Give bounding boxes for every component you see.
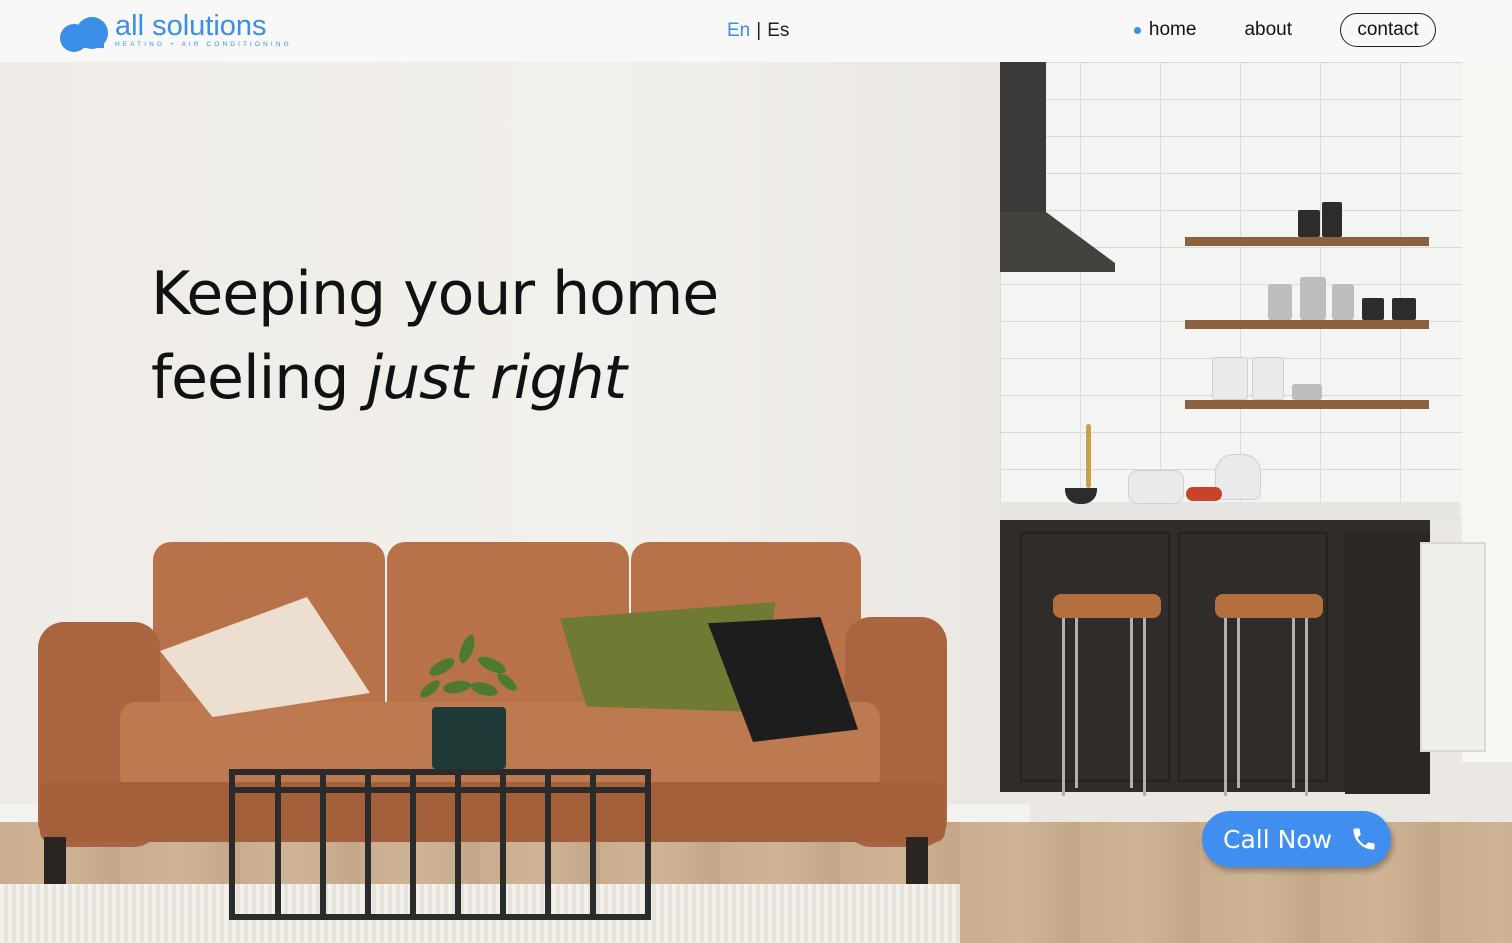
phone-icon bbox=[1353, 828, 1375, 850]
language-switcher: En | Es bbox=[727, 20, 789, 42]
shelf-cup bbox=[1362, 298, 1384, 320]
bar-stool-leg bbox=[1130, 618, 1133, 788]
brand-logo[interactable]: all solutions HEATING + AIR CONDITIONING bbox=[60, 10, 292, 52]
counter-tomatoes bbox=[1186, 487, 1222, 501]
nav-contact-button[interactable]: contact bbox=[1340, 13, 1436, 47]
headline-line-2: feeling just right bbox=[151, 336, 718, 420]
headline-emphasis: just right bbox=[366, 343, 627, 413]
call-now-label: Call Now bbox=[1223, 824, 1333, 854]
shelf-cup bbox=[1392, 298, 1416, 320]
bar-stool-leg bbox=[1062, 618, 1065, 796]
nav-about-link[interactable]: about bbox=[1244, 13, 1292, 47]
bar-stool-seat bbox=[1053, 594, 1161, 618]
kitchen-faucet bbox=[1086, 424, 1091, 488]
site-header: all solutions HEATING + AIR CONDITIONING… bbox=[0, 0, 1512, 62]
bar-stool-leg bbox=[1292, 618, 1295, 788]
headline-line-1: Keeping your home bbox=[151, 259, 719, 329]
nav-home-link[interactable]: home bbox=[1133, 13, 1197, 47]
brand-name: all solutions bbox=[115, 10, 267, 42]
brand-tagline: HEATING + AIR CONDITIONING bbox=[115, 41, 292, 48]
kitchen-shelf bbox=[1185, 400, 1429, 409]
lang-en-link[interactable]: En bbox=[727, 20, 750, 42]
nav-home-label: home bbox=[1148, 19, 1197, 40]
plant-pot bbox=[432, 707, 506, 769]
bar-stool-leg bbox=[1143, 618, 1146, 796]
shelf-kettle bbox=[1300, 277, 1326, 320]
bar-stool-leg bbox=[1237, 618, 1240, 788]
bar-stool-leg bbox=[1075, 618, 1078, 788]
bar-stool-leg bbox=[1224, 618, 1227, 796]
kitchen-shelf bbox=[1185, 237, 1429, 246]
shelf-jar bbox=[1322, 202, 1342, 237]
main-nav: home about contact bbox=[1133, 13, 1436, 47]
kitchen-tile-wall bbox=[1000, 62, 1470, 517]
hero-headline: Keeping your home feeling just right bbox=[151, 252, 719, 420]
shelf-kettle bbox=[1332, 284, 1354, 320]
bar-stool-leg bbox=[1305, 618, 1308, 796]
cloud-icon bbox=[60, 12, 110, 52]
sofa-foot bbox=[906, 837, 928, 885]
shelf-kettle bbox=[1268, 284, 1292, 320]
shelf-bowl-stack bbox=[1212, 357, 1248, 400]
sofa-foot bbox=[44, 837, 66, 885]
island-leg bbox=[1345, 532, 1430, 794]
shelf-jar bbox=[1298, 210, 1320, 237]
plant-icon bbox=[420, 634, 517, 698]
lang-separator: | bbox=[756, 20, 762, 41]
island-panel bbox=[1020, 532, 1170, 782]
nav-contact-label: contact bbox=[1357, 19, 1419, 40]
kitchen-shelf bbox=[1185, 320, 1429, 329]
brand-text: all solutions HEATING + AIR CONDITIONING bbox=[115, 10, 292, 49]
lang-es-link[interactable]: Es bbox=[767, 20, 789, 42]
nav-about-label: about bbox=[1244, 19, 1292, 40]
bar-stool-seat bbox=[1215, 594, 1323, 618]
shelf-bowl-stack bbox=[1252, 357, 1284, 400]
counter-bowl bbox=[1128, 470, 1184, 504]
call-now-button[interactable]: Call Now bbox=[1202, 811, 1391, 867]
side-cabinet bbox=[1420, 542, 1486, 752]
coffee-table bbox=[229, 769, 651, 920]
active-dot-icon bbox=[1133, 26, 1141, 34]
kitchen-counter bbox=[1000, 502, 1460, 522]
shelf-bowl bbox=[1292, 384, 1322, 400]
range-hood-shaft bbox=[1000, 62, 1046, 212]
headline-prefix: feeling bbox=[151, 343, 367, 413]
